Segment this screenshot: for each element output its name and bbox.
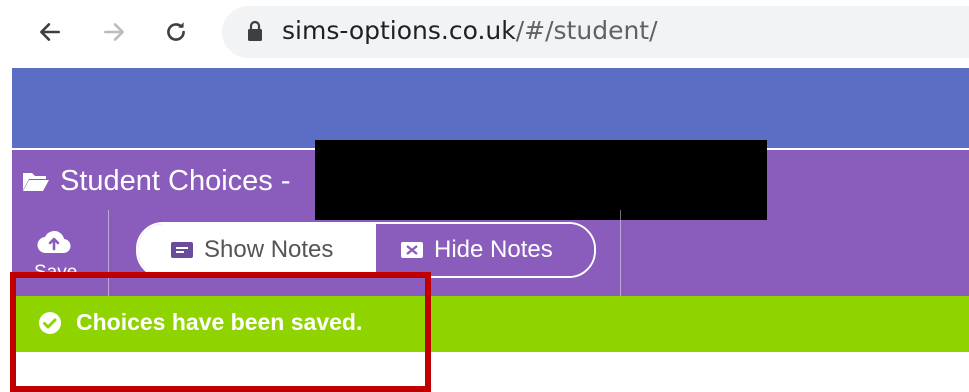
- reload-button[interactable]: [156, 12, 196, 52]
- url-text: sims-options.co.uk/#/student/: [282, 16, 658, 45]
- app-top-bar: [12, 68, 969, 148]
- toolbar-divider: [620, 210, 621, 296]
- page-title-text: Student Choices -: [60, 164, 291, 197]
- page-title: Student Choices -: [22, 164, 291, 198]
- forward-arrow-icon: [104, 23, 124, 41]
- back-button[interactable]: [30, 12, 70, 52]
- note-hidden-icon: [401, 242, 423, 258]
- back-arrow-icon: [40, 23, 60, 41]
- notes-toggle: Show Notes Hide Notes: [136, 222, 596, 278]
- show-notes-button[interactable]: Show Notes: [138, 224, 376, 276]
- reload-icon: [167, 22, 185, 41]
- hide-notes-button[interactable]: Hide Notes: [376, 224, 594, 276]
- red-highlight-box: [10, 272, 431, 392]
- sticky-note-icon: [171, 242, 193, 258]
- url-domain: sims-options.co.uk: [282, 16, 516, 45]
- show-notes-label: Show Notes: [204, 236, 334, 263]
- url-path: /#/student/: [515, 16, 658, 45]
- cloud-upload-icon: [37, 230, 71, 254]
- address-bar[interactable]: sims-options.co.uk/#/student/: [222, 6, 969, 58]
- browser-toolbar: sims-options.co.uk/#/student/: [0, 0, 969, 68]
- forward-button[interactable]: [94, 12, 134, 52]
- lock-icon: [248, 20, 262, 41]
- hide-notes-label: Hide Notes: [434, 236, 553, 263]
- redacted-student-name: [315, 140, 767, 220]
- folder-open-icon: [23, 173, 49, 191]
